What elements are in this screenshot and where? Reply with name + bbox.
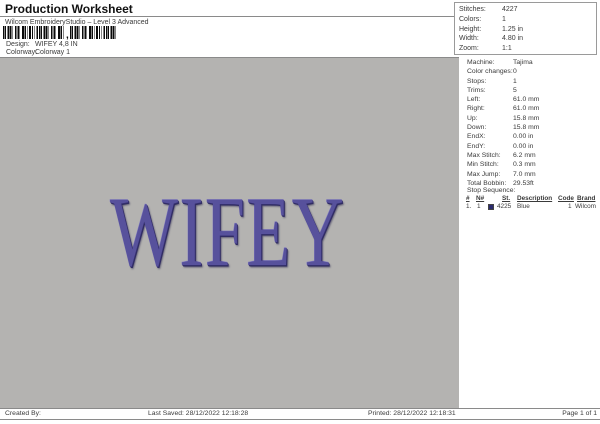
info-value: 29.53ft xyxy=(513,179,534,187)
colorway-value: Colorway 1 xyxy=(35,49,71,56)
machine-info-row: Min Stitch: 0.3 mm xyxy=(459,160,600,169)
machine-info-row: Max Stitch: 6.2 mm xyxy=(459,151,600,160)
info-label: Total Bobbin: xyxy=(467,179,507,187)
summary-row-colors: Colors: 1 xyxy=(459,15,596,25)
info-value: 5 xyxy=(513,86,517,94)
created-by-label: Created By: xyxy=(5,410,41,417)
design-summary-box: Stitches: 4227 Colors: 1 Height: 1.25 in… xyxy=(454,2,597,55)
thread-color-swatch xyxy=(488,204,494,210)
info-label: Right: xyxy=(467,105,485,113)
info-value: 61.0 mm xyxy=(513,105,540,113)
barcode-segment-2 xyxy=(69,26,116,39)
machine-info-row: Right: 61.0 mm xyxy=(459,104,600,113)
machine-info-row: Max Jump: 7.0 mm xyxy=(459,170,600,179)
info-label: Stops: xyxy=(467,77,487,85)
summary-label: Height: xyxy=(459,25,482,33)
seq-row-st: 4225 xyxy=(497,203,512,210)
summary-value: 1 xyxy=(502,15,506,23)
barcode-segment-1 xyxy=(3,26,65,39)
summary-row-stitches: Stitches: 4227 xyxy=(459,5,596,15)
seq-col-brand: Brand xyxy=(577,195,596,202)
machine-info-row: EndY: 0.00 in xyxy=(459,142,600,151)
summary-value: 1:1 xyxy=(502,45,512,53)
info-label: Color changes: xyxy=(467,68,513,76)
last-saved-text: Last Saved: 28/12/2022 12:18:28 xyxy=(148,410,249,417)
info-value: 0.00 in xyxy=(513,133,534,141)
summary-row-width: Width: 4.80 in xyxy=(459,34,596,44)
seq-col-st: St. xyxy=(502,195,511,202)
info-value: 0 xyxy=(513,68,517,76)
info-label: Max Stitch: xyxy=(467,151,501,159)
info-value: Tajima xyxy=(513,59,533,66)
machine-info-row: Down: 15.8 mm xyxy=(459,123,600,132)
seq-row-code: 1 xyxy=(568,203,572,210)
machine-info-row: Trims: 5 xyxy=(459,86,600,95)
page-title: Production Worksheet xyxy=(5,2,133,16)
info-value: 15.8 mm xyxy=(513,124,540,132)
page-number: Page 1 of 1 xyxy=(562,410,597,417)
info-label: EndY: xyxy=(467,142,486,150)
summary-label: Colors: xyxy=(459,15,482,23)
info-value: 6.2 mm xyxy=(513,151,536,159)
seq-row-n: 1 xyxy=(477,203,481,210)
app-subtitle: Wilcom EmbroideryStudio – Level 3 Advanc… xyxy=(5,19,149,26)
info-label: Min Stitch: xyxy=(467,161,499,169)
summary-row-zoom: Zoom: 1:1 xyxy=(459,44,596,54)
machine-info-row: EndX: 0.00 in xyxy=(459,132,600,141)
title-divider xyxy=(0,16,454,17)
info-label: Down: xyxy=(467,124,487,132)
seq-col-description: Description xyxy=(517,195,553,202)
info-value: 7.0 mm xyxy=(513,170,536,178)
info-label: Max Jump: xyxy=(467,170,501,178)
design-label: Design: xyxy=(6,41,30,48)
machine-info-row: Left: 61.0 mm xyxy=(459,95,600,104)
machine-info-row: Color changes: 0 xyxy=(459,67,600,76)
info-value: 0.3 mm xyxy=(513,161,536,169)
info-value: 15.8 mm xyxy=(513,114,540,122)
printed-text: Printed: 28/12/2022 12:18:31 xyxy=(368,410,456,417)
summary-label: Width: xyxy=(459,35,479,43)
summary-row-height: Height: 1.25 in xyxy=(459,25,596,35)
design-value: WIFEY 4,8 IN xyxy=(35,41,78,48)
summary-value: 4227 xyxy=(502,6,518,13)
design-barcode: , xyxy=(3,26,116,41)
info-label: Machine: xyxy=(467,59,495,66)
machine-info-row: Up: 15.8 mm xyxy=(459,114,600,123)
info-label: Left: xyxy=(467,96,481,104)
info-label: Up: xyxy=(467,114,478,122)
info-label: Trims: xyxy=(467,86,486,94)
info-value: 1 xyxy=(513,77,517,85)
embroidery-design-text: WIFEY xyxy=(110,176,346,287)
machine-info-row: Machine: Tajima xyxy=(459,58,600,67)
machine-info-row: Stops: 1 xyxy=(459,77,600,86)
info-label: EndX: xyxy=(467,133,486,141)
stop-sequence-title: Stop Sequence: xyxy=(467,187,516,194)
summary-label: Zoom: xyxy=(459,45,479,53)
seq-col-code: Code xyxy=(558,195,574,202)
seq-row-num: 1. xyxy=(466,203,472,210)
seq-col-n: N# xyxy=(476,195,485,202)
summary-value: 1.25 in xyxy=(502,25,524,33)
seq-row-description: Blue xyxy=(517,203,530,210)
footer-top-divider xyxy=(0,408,600,409)
info-value: 0.00 in xyxy=(513,142,534,150)
info-value: 61.0 mm xyxy=(513,96,540,104)
colorway-label: Colorway: xyxy=(6,49,38,56)
machine-info-panel: Machine: Tajima Color changes: 0 Stops: … xyxy=(459,58,600,408)
summary-value: 4.80 in xyxy=(502,35,524,43)
footer-bottom-divider xyxy=(0,419,600,420)
seq-row-brand: Wilcom xyxy=(575,203,596,210)
seq-col-num: # xyxy=(466,195,470,202)
summary-label: Stitches: xyxy=(459,6,486,13)
